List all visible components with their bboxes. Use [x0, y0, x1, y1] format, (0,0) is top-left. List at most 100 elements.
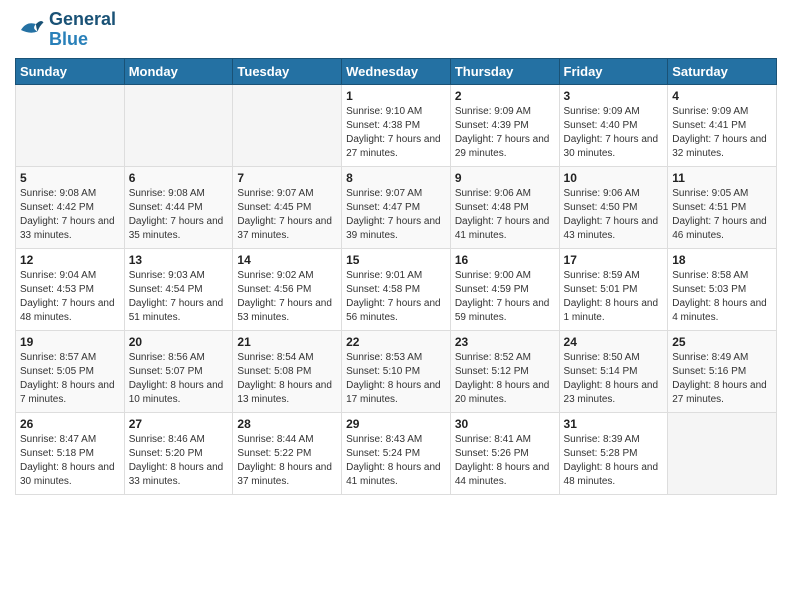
- day-number: 7: [237, 171, 337, 185]
- calendar-cell: [124, 84, 233, 166]
- day-number: 5: [20, 171, 120, 185]
- day-info: Sunrise: 8:49 AMSunset: 5:16 PMDaylight:…: [672, 351, 772, 407]
- day-info: Sunrise: 9:03 AMSunset: 4:54 PMDaylight:…: [129, 269, 229, 325]
- day-number: 29: [346, 417, 446, 431]
- day-number: 30: [455, 417, 555, 431]
- day-info: Sunrise: 9:08 AMSunset: 4:44 PMDaylight:…: [129, 187, 229, 243]
- day-number: 28: [237, 417, 337, 431]
- calendar-cell: 11 Sunrise: 9:05 AMSunset: 4:51 PMDaylig…: [668, 166, 777, 248]
- calendar-cell: [233, 84, 342, 166]
- calendar-cell: 14 Sunrise: 9:02 AMSunset: 4:56 PMDaylig…: [233, 248, 342, 330]
- calendar-cell: [16, 84, 125, 166]
- day-info: Sunrise: 9:07 AMSunset: 4:45 PMDaylight:…: [237, 187, 337, 243]
- calendar-cell: 30 Sunrise: 8:41 AMSunset: 5:26 PMDaylig…: [450, 412, 559, 494]
- day-number: 6: [129, 171, 229, 185]
- day-info: Sunrise: 8:39 AMSunset: 5:28 PMDaylight:…: [564, 433, 664, 489]
- calendar-cell: 1 Sunrise: 9:10 AMSunset: 4:38 PMDayligh…: [342, 84, 451, 166]
- day-number: 11: [672, 171, 772, 185]
- calendar-cell: 3 Sunrise: 9:09 AMSunset: 4:40 PMDayligh…: [559, 84, 668, 166]
- day-info: Sunrise: 9:10 AMSunset: 4:38 PMDaylight:…: [346, 105, 446, 161]
- day-info: Sunrise: 9:06 AMSunset: 4:48 PMDaylight:…: [455, 187, 555, 243]
- day-number: 25: [672, 335, 772, 349]
- calendar-cell: 17 Sunrise: 8:59 AMSunset: 5:01 PMDaylig…: [559, 248, 668, 330]
- calendar-table: SundayMondayTuesdayWednesdayThursdayFrid…: [15, 58, 777, 495]
- day-number: 9: [455, 171, 555, 185]
- calendar-week-4: 19 Sunrise: 8:57 AMSunset: 5:05 PMDaylig…: [16, 330, 777, 412]
- calendar-cell: 5 Sunrise: 9:08 AMSunset: 4:42 PMDayligh…: [16, 166, 125, 248]
- calendar-cell: 13 Sunrise: 9:03 AMSunset: 4:54 PMDaylig…: [124, 248, 233, 330]
- calendar-cell: 21 Sunrise: 8:54 AMSunset: 5:08 PMDaylig…: [233, 330, 342, 412]
- day-number: 18: [672, 253, 772, 267]
- logo-text: General Blue: [49, 10, 116, 50]
- main-container: General Blue SundayMondayTuesdayWednesda…: [0, 0, 792, 505]
- day-info: Sunrise: 8:43 AMSunset: 5:24 PMDaylight:…: [346, 433, 446, 489]
- day-number: 17: [564, 253, 664, 267]
- calendar-cell: 19 Sunrise: 8:57 AMSunset: 5:05 PMDaylig…: [16, 330, 125, 412]
- day-info: Sunrise: 9:08 AMSunset: 4:42 PMDaylight:…: [20, 187, 120, 243]
- day-number: 21: [237, 335, 337, 349]
- day-info: Sunrise: 9:06 AMSunset: 4:50 PMDaylight:…: [564, 187, 664, 243]
- day-number: 12: [20, 253, 120, 267]
- header-day-saturday: Saturday: [668, 58, 777, 84]
- header: General Blue: [15, 10, 777, 50]
- calendar-cell: 8 Sunrise: 9:07 AMSunset: 4:47 PMDayligh…: [342, 166, 451, 248]
- day-info: Sunrise: 8:53 AMSunset: 5:10 PMDaylight:…: [346, 351, 446, 407]
- logo-icon: [15, 15, 45, 45]
- day-number: 22: [346, 335, 446, 349]
- day-number: 31: [564, 417, 664, 431]
- day-info: Sunrise: 9:09 AMSunset: 4:39 PMDaylight:…: [455, 105, 555, 161]
- day-number: 27: [129, 417, 229, 431]
- day-number: 4: [672, 89, 772, 103]
- calendar-cell: 4 Sunrise: 9:09 AMSunset: 4:41 PMDayligh…: [668, 84, 777, 166]
- day-info: Sunrise: 9:04 AMSunset: 4:53 PMDaylight:…: [20, 269, 120, 325]
- day-number: 3: [564, 89, 664, 103]
- day-info: Sunrise: 9:02 AMSunset: 4:56 PMDaylight:…: [237, 269, 337, 325]
- day-info: Sunrise: 8:46 AMSunset: 5:20 PMDaylight:…: [129, 433, 229, 489]
- calendar-cell: 23 Sunrise: 8:52 AMSunset: 5:12 PMDaylig…: [450, 330, 559, 412]
- day-number: 8: [346, 171, 446, 185]
- day-number: 19: [20, 335, 120, 349]
- day-info: Sunrise: 8:50 AMSunset: 5:14 PMDaylight:…: [564, 351, 664, 407]
- day-number: 10: [564, 171, 664, 185]
- calendar-cell: 27 Sunrise: 8:46 AMSunset: 5:20 PMDaylig…: [124, 412, 233, 494]
- day-info: Sunrise: 8:52 AMSunset: 5:12 PMDaylight:…: [455, 351, 555, 407]
- calendar-cell: 26 Sunrise: 8:47 AMSunset: 5:18 PMDaylig…: [16, 412, 125, 494]
- calendar-cell: 10 Sunrise: 9:06 AMSunset: 4:50 PMDaylig…: [559, 166, 668, 248]
- calendar-cell: 7 Sunrise: 9:07 AMSunset: 4:45 PMDayligh…: [233, 166, 342, 248]
- day-info: Sunrise: 8:54 AMSunset: 5:08 PMDaylight:…: [237, 351, 337, 407]
- day-number: 26: [20, 417, 120, 431]
- calendar-header-row: SundayMondayTuesdayWednesdayThursdayFrid…: [16, 58, 777, 84]
- day-info: Sunrise: 9:09 AMSunset: 4:41 PMDaylight:…: [672, 105, 772, 161]
- day-number: 2: [455, 89, 555, 103]
- calendar-week-1: 1 Sunrise: 9:10 AMSunset: 4:38 PMDayligh…: [16, 84, 777, 166]
- day-info: Sunrise: 9:05 AMSunset: 4:51 PMDaylight:…: [672, 187, 772, 243]
- calendar-cell: 22 Sunrise: 8:53 AMSunset: 5:10 PMDaylig…: [342, 330, 451, 412]
- calendar-week-2: 5 Sunrise: 9:08 AMSunset: 4:42 PMDayligh…: [16, 166, 777, 248]
- day-info: Sunrise: 9:09 AMSunset: 4:40 PMDaylight:…: [564, 105, 664, 161]
- header-day-thursday: Thursday: [450, 58, 559, 84]
- calendar-cell: 25 Sunrise: 8:49 AMSunset: 5:16 PMDaylig…: [668, 330, 777, 412]
- day-info: Sunrise: 8:58 AMSunset: 5:03 PMDaylight:…: [672, 269, 772, 325]
- header-day-wednesday: Wednesday: [342, 58, 451, 84]
- calendar-week-3: 12 Sunrise: 9:04 AMSunset: 4:53 PMDaylig…: [16, 248, 777, 330]
- calendar-cell: 6 Sunrise: 9:08 AMSunset: 4:44 PMDayligh…: [124, 166, 233, 248]
- day-number: 24: [564, 335, 664, 349]
- header-day-sunday: Sunday: [16, 58, 125, 84]
- day-number: 14: [237, 253, 337, 267]
- logo: General Blue: [15, 10, 116, 50]
- day-number: 13: [129, 253, 229, 267]
- header-day-friday: Friday: [559, 58, 668, 84]
- day-info: Sunrise: 8:57 AMSunset: 5:05 PMDaylight:…: [20, 351, 120, 407]
- header-day-monday: Monday: [124, 58, 233, 84]
- calendar-cell: 12 Sunrise: 9:04 AMSunset: 4:53 PMDaylig…: [16, 248, 125, 330]
- calendar-cell: 2 Sunrise: 9:09 AMSunset: 4:39 PMDayligh…: [450, 84, 559, 166]
- day-number: 16: [455, 253, 555, 267]
- day-number: 23: [455, 335, 555, 349]
- day-info: Sunrise: 8:56 AMSunset: 5:07 PMDaylight:…: [129, 351, 229, 407]
- day-number: 15: [346, 253, 446, 267]
- calendar-week-5: 26 Sunrise: 8:47 AMSunset: 5:18 PMDaylig…: [16, 412, 777, 494]
- calendar-cell: 9 Sunrise: 9:06 AMSunset: 4:48 PMDayligh…: [450, 166, 559, 248]
- day-info: Sunrise: 9:07 AMSunset: 4:47 PMDaylight:…: [346, 187, 446, 243]
- day-info: Sunrise: 8:59 AMSunset: 5:01 PMDaylight:…: [564, 269, 664, 325]
- calendar-cell: 18 Sunrise: 8:58 AMSunset: 5:03 PMDaylig…: [668, 248, 777, 330]
